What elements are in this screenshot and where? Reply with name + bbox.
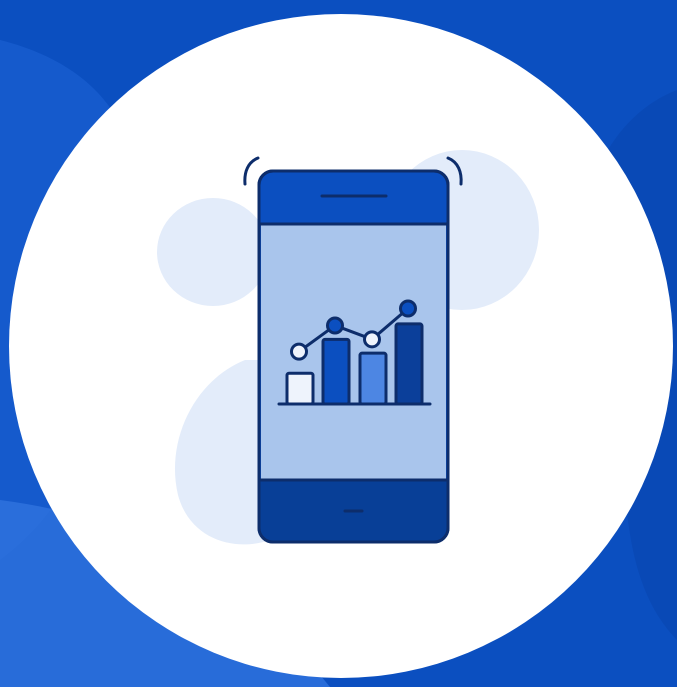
chart-point (363, 330, 381, 349)
chart-point (326, 316, 344, 335)
chart-point (290, 342, 308, 361)
chart-bar (285, 371, 315, 406)
blob-left-top (157, 198, 269, 306)
illustration-scene (0, 0, 677, 687)
chart-bar (358, 351, 388, 406)
chart-bar (321, 337, 351, 406)
chart-point (399, 299, 417, 318)
smartphone-analytics-illustration (0, 0, 677, 687)
chart-bar (394, 322, 424, 406)
